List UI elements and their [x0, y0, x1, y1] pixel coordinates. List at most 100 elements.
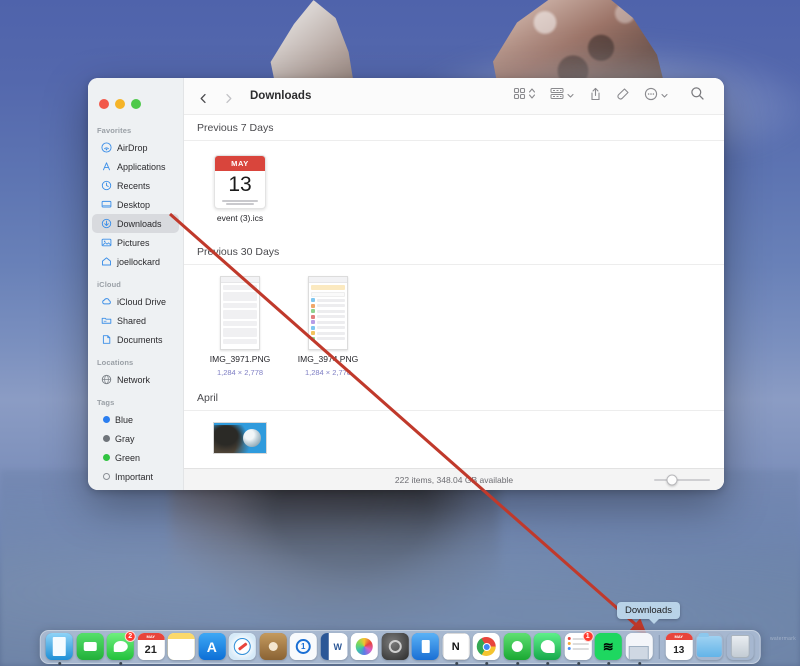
chrome-icon: [472, 633, 500, 660]
file-item[interactable]: [202, 422, 278, 454]
dock-item-onepassword[interactable]: 1: [289, 633, 318, 661]
dock-item-chrome[interactable]: [472, 633, 501, 665]
dock-item-trash[interactable]: [726, 633, 754, 661]
books-icon: [411, 633, 439, 660]
arc-icon: [381, 633, 409, 660]
dock-item-finder[interactable]: [45, 633, 74, 665]
calendar-stack-icon: MAY 13: [665, 633, 693, 660]
tag-button[interactable]: [609, 85, 637, 107]
dock-item-phone[interactable]: [503, 633, 531, 665]
sidebar-item-network[interactable]: Network: [92, 370, 179, 389]
sidebar-group: Tags Blue Gray Green Important: [88, 394, 183, 486]
sidebar-item-applications[interactable]: Applications: [92, 157, 179, 176]
section-files: [184, 411, 724, 454]
sidebar-item-label: iCloud Drive: [117, 296, 167, 307]
navigation-controls[interactable]: [198, 91, 234, 103]
icon-size-slider[interactable]: [654, 474, 710, 485]
file-listing[interactable]: Previous 7 Days MAY 13 event (3).ics Prev…: [184, 115, 724, 468]
file-name: event (3).ics: [216, 213, 264, 223]
sidebar-item-icloud-drive[interactable]: iCloud Drive: [92, 292, 179, 311]
icon-size-slider-knob[interactable]: [666, 474, 678, 485]
grid-icon: [513, 87, 526, 105]
finder-main: Downloads Previous 7 Days MAY 13 event (…: [184, 78, 724, 490]
dock-item-facetime[interactable]: [76, 633, 104, 661]
chevron-down-icon[interactable]: [660, 87, 669, 105]
minimize-button[interactable]: [115, 98, 125, 109]
dock-item-arc[interactable]: [381, 633, 409, 661]
screenshot-thumbnail: [308, 276, 348, 350]
tag-dot-icon: [103, 454, 110, 461]
dock-item-spotify[interactable]: ≋: [594, 633, 623, 665]
toolbar-actions[interactable]: [506, 85, 712, 107]
dock-item-app-store[interactable]: A: [198, 633, 226, 661]
dock-item-reminders[interactable]: 1: [564, 631, 594, 665]
chevron-down-icon[interactable]: [566, 87, 575, 105]
close-button[interactable]: [99, 98, 109, 109]
sidebar-group-header: iCloud: [97, 280, 121, 289]
sidebar-item-label: Green: [115, 452, 141, 463]
dock[interactable]: 2 MAY 21 A 1 W N 1 ≋ MAY 13: [39, 630, 761, 665]
sidebar-item-gray[interactable]: Gray: [92, 429, 179, 448]
zoom-button[interactable]: [131, 98, 141, 109]
tag-dot-icon: [103, 435, 110, 442]
file-item[interactable]: IMG_3974.PNG 1,284 × 2,778: [290, 276, 366, 377]
sidebar-item-shared[interactable]: Shared: [92, 311, 179, 330]
notes-icon: [167, 633, 195, 660]
dock-item-word[interactable]: W: [320, 633, 348, 661]
up-down-chevron-icon[interactable]: [528, 87, 536, 105]
running-indicator: [454, 662, 458, 665]
file-dimensions: 1,284 × 2,778: [304, 368, 352, 377]
sidebar-item-pictures[interactable]: Pictures: [92, 233, 179, 252]
sidebar-item-documents[interactable]: Documents: [92, 330, 179, 349]
dock-item-podcasts[interactable]: [259, 633, 287, 661]
forward-chevron-icon[interactable]: [223, 91, 234, 103]
traffic-lights[interactable]: [88, 98, 141, 109]
ellipsis-circle-icon: [644, 87, 658, 106]
back-chevron-icon[interactable]: [198, 91, 209, 103]
sidebar-item-blue[interactable]: Blue: [92, 410, 179, 429]
word-icon: W: [320, 633, 348, 660]
sidebar-item-joellockard[interactable]: joellockard: [92, 252, 179, 271]
dock-tooltip: Downloads: [617, 602, 680, 624]
dock-item-messages[interactable]: 2: [106, 631, 136, 665]
finder-window[interactable]: Favorites AirDrop Applications Recents Deskt…: [88, 78, 724, 490]
running-indicator: [546, 662, 550, 665]
dock-item-books[interactable]: [411, 633, 440, 661]
sidebar-item-downloads[interactable]: Downloads: [92, 214, 179, 233]
dock-item-downloads-stack[interactable]: [696, 633, 724, 661]
file-item[interactable]: IMG_3971.PNG 1,284 × 2,778: [202, 276, 278, 377]
group-by-button[interactable]: [543, 85, 582, 107]
search-button[interactable]: [676, 85, 712, 107]
sidebar-item-label: Documents: [117, 334, 163, 345]
dock-item-notes[interactable]: [167, 633, 196, 661]
sidebar-item-label: Recents: [117, 180, 151, 191]
network-globe-icon: [101, 374, 112, 385]
dock-item-notion[interactable]: N: [442, 633, 470, 665]
finder-sidebar[interactable]: Favorites AirDrop Applications Recents Deskt…: [88, 78, 184, 490]
more-button[interactable]: [637, 85, 676, 107]
downloads-icon: [101, 218, 112, 229]
icon-view-button[interactable]: [506, 85, 543, 107]
sidebar-item-label: Blue: [115, 414, 134, 425]
finder-toolbar[interactable]: Downloads: [184, 78, 724, 115]
dock-badge: 2: [124, 631, 136, 642]
sidebar-item-green[interactable]: Green: [92, 448, 179, 467]
share-button[interactable]: [582, 85, 609, 107]
ics-calendar-icon: MAY 13: [214, 155, 266, 209]
dock-item-preview[interactable]: [625, 633, 653, 665]
dock-item-photos[interactable]: [350, 633, 379, 661]
group-list-icon: [550, 87, 564, 105]
sidebar-group-header: Favorites: [97, 126, 132, 135]
phone-icon: [503, 633, 531, 660]
dock-item-safari[interactable]: [228, 633, 257, 661]
dock-item-calendar[interactable]: MAY 21: [137, 633, 165, 661]
podcasts-icon: [259, 633, 287, 660]
sidebar-item-desktop[interactable]: Desktop: [92, 195, 179, 214]
sidebar-item-airdrop[interactable]: AirDrop: [92, 138, 179, 157]
file-item[interactable]: MAY 13 event (3).ics: [202, 155, 278, 223]
dock-item-whatsapp[interactable]: [533, 633, 562, 665]
dock-item-calendar-stack[interactable]: MAY 13: [665, 633, 693, 661]
sidebar-item-recents[interactable]: Recents: [92, 176, 179, 195]
recents-clock-icon: [101, 180, 112, 191]
sidebar-item-important[interactable]: Important: [92, 467, 179, 486]
